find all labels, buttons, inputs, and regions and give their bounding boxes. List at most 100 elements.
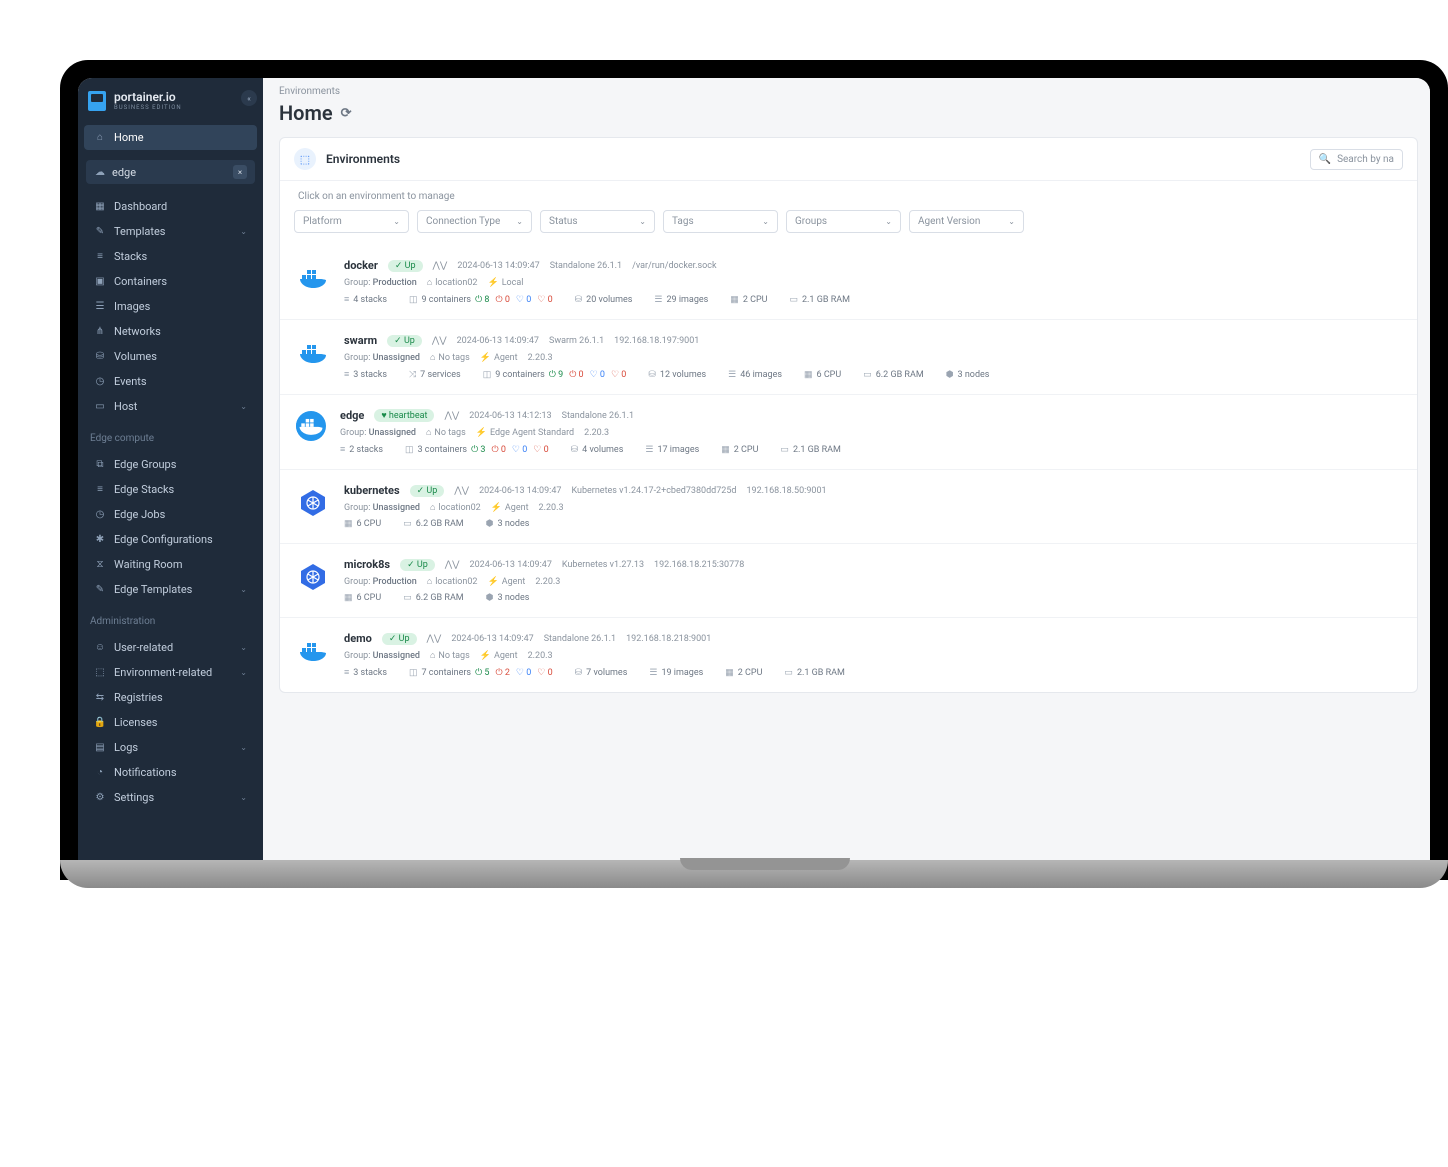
env-chip-close[interactable]: × [233,165,247,179]
env-row-docker[interactable]: docker ✓ Up ⋀⋁ 2024-06-13 14:09:47 Stand… [280,245,1417,319]
stat-images: ☰19 images [649,668,703,678]
filter-platform[interactable]: Platform⌄ [294,210,409,233]
containers-icon: ◫ [483,370,492,380]
volumes-icon: ⛁ [575,295,583,305]
stat-ram: ▭6.2 GB RAM [403,593,463,603]
bolt-icon: ⚡ [487,278,498,288]
sidebar-env-chip[interactable]: ☁ edge × [86,160,255,184]
edge-configurations-icon: ✱ [94,534,106,545]
nav-item-events[interactable]: ◷ Events [84,369,257,394]
bolt-icon: ⚡ [491,503,502,513]
env-name: docker [344,259,378,272]
nav-item-settings[interactable]: ⚙ Settings ⌄ [84,785,257,810]
panel-hint: Click on an environment to manage [280,181,1417,210]
nav-item-edge-templates[interactable]: ✎ Edge Templates ⌄ [84,577,257,602]
nav-item-templates[interactable]: ✎ Templates ⌄ [84,219,257,244]
env-platform: Kubernetes v1.24.17-2+cbed7380dd725d [571,486,736,496]
stacks-icon: ≡ [94,251,106,262]
filter-tags[interactable]: Tags⌄ [663,210,778,233]
nav-item-stacks[interactable]: ≡ Stacks [84,244,257,269]
env-row-swarm[interactable]: swarm ✓ Up ⋀⋁ 2024-06-13 14:09:47 Swarm … [280,319,1417,394]
chevron-down-icon: ⌄ [885,217,892,226]
cpu-icon: ▦ [730,295,739,305]
env-row-kubernetes[interactable]: kubernetes ✓ Up ⋀⋁ 2024-06-13 14:09:47 K… [280,469,1417,543]
panel-header: ⬚ Environments 🔍 Search by na [280,138,1417,181]
sidebar-collapse-button[interactable]: « [241,90,257,106]
nav-item-volumes[interactable]: ⛁ Volumes [84,344,257,369]
cpu-icon: ▦ [344,593,353,603]
nav-item-edge-stacks[interactable]: ≡ Edge Stacks [84,477,257,502]
env-tags: ⌂ No tags [430,352,470,363]
environments-panel: ⬚ Environments 🔍 Search by na Click on a… [279,137,1418,693]
nav-item-licenses[interactable]: 🔒 Licenses [84,710,257,735]
refresh-icon[interactable]: ⟳ [341,106,352,121]
edge-stacks-icon: ≡ [94,484,106,495]
env-platform: Kubernetes v1.27.13 [562,560,644,570]
env-name: kubernetes [344,484,400,497]
stat-containers: ◫7 containers ⏻ 5 ⏻ 2 ♡ 0 ♡ 0 [409,668,553,678]
env-endpoint: 192.168.18.215:30778 [654,560,744,570]
nav-item-edge-configurations[interactable]: ✱ Edge Configurations [84,527,257,552]
logs-icon: ▤ [94,742,106,753]
nav-home[interactable]: ⌂ Home [84,125,257,150]
nav-item-networks[interactable]: ⋔ Networks [84,319,257,344]
filter-agent-version[interactable]: Agent Version⌄ [909,210,1024,233]
power-icon: ⏻ 9 [549,370,563,380]
chevron-down-icon: ⌄ [1008,217,1015,226]
ram-icon: ▭ [789,295,798,305]
nav-item-host[interactable]: ▭ Host ⌄ [84,394,257,419]
power-icon: ⏻ 8 [475,295,489,305]
bolt-icon: ⚡ [480,651,491,661]
nav-item-environment-related[interactable]: ⬚ Environment-related ⌄ [84,660,257,685]
host-icon: ▭ [94,401,106,412]
status-badge: ✓ Up [382,633,417,645]
nav-item-user-related[interactable]: ☺ User-related ⌄ [84,635,257,660]
filter-status[interactable]: Status⌄ [540,210,655,233]
nav-item-registries[interactable]: ⇆ Registries [84,685,257,710]
stat-ram: ▭2.1 GB RAM [784,668,844,678]
status-badge: ✓ Up [388,260,423,272]
images-icon: ☰ [645,445,653,455]
env-name: demo [344,632,372,645]
chevron-down-icon: ⌄ [240,793,247,802]
tag-icon: ⌂ [426,427,431,438]
env-connection: ⚡ Agent [480,353,518,363]
containers-icon: ◫ [405,445,414,455]
env-connection: ⚡ Agent [480,651,518,661]
nav-item-edge-groups[interactable]: ⧉ Edge Groups [84,452,257,477]
power-icon: ⏻ 2 [495,668,509,678]
nav-item-edge-jobs[interactable]: ◷ Edge Jobs [84,502,257,527]
nav-item-logs[interactable]: ▤ Logs ⌄ [84,735,257,760]
nav-item-dashboard[interactable]: ▦ Dashboard [84,194,257,219]
search-input[interactable]: 🔍 Search by na [1310,149,1403,170]
section-edge-label: Edge compute [78,423,263,448]
env-tags: ⌂ No tags [430,650,470,661]
env-row-microk8s[interactable]: microk8s ✓ Up ⋀⋁ 2024-06-13 14:09:47 Kub… [280,543,1417,617]
notifications-icon: ◔ [94,767,106,778]
env-timestamp: 2024-06-13 14:09:47 [470,560,552,570]
env-tags: ⌂ location02 [430,502,481,513]
section-admin-label: Administration [78,606,263,631]
activity-icon: ⋀⋁ [444,411,459,421]
filter-connection-type[interactable]: Connection Type⌄ [417,210,532,233]
stat-stacks: ≡3 stacks [344,667,387,678]
stat-images: ☰29 images [654,295,708,305]
nav-item-notifications[interactable]: ◔ Notifications [84,760,257,785]
nav-item-containers[interactable]: ▣ Containers [84,269,257,294]
filter-groups[interactable]: Groups⌄ [786,210,901,233]
env-group: Production [373,278,417,288]
breadcrumb[interactable]: Environments [263,78,1430,97]
docker-logo-icon [296,336,330,370]
env-row-demo[interactable]: demo ✓ Up ⋀⋁ 2024-06-13 14:09:47 Standal… [280,617,1417,692]
chevron-down-icon: ⌄ [762,217,769,226]
nav-item-images[interactable]: ☰ Images [84,294,257,319]
edge-groups-icon: ⧉ [94,459,106,470]
env-row-edge[interactable]: edge ♥ heartbeat ⋀⋁ 2024-06-13 14:12:13 … [280,394,1417,469]
heart-icon: ♡ 0 [590,370,605,380]
env-group: Unassigned [369,428,416,438]
cpu-icon: ▦ [344,519,353,529]
nav-item-waiting-room[interactable]: ⧖ Waiting Room [84,552,257,577]
stat-ram: ▭6.2 GB RAM [403,519,463,529]
env-agent-version: 2.20.3 [584,428,609,438]
status-badge: ✓ Up [387,335,422,347]
